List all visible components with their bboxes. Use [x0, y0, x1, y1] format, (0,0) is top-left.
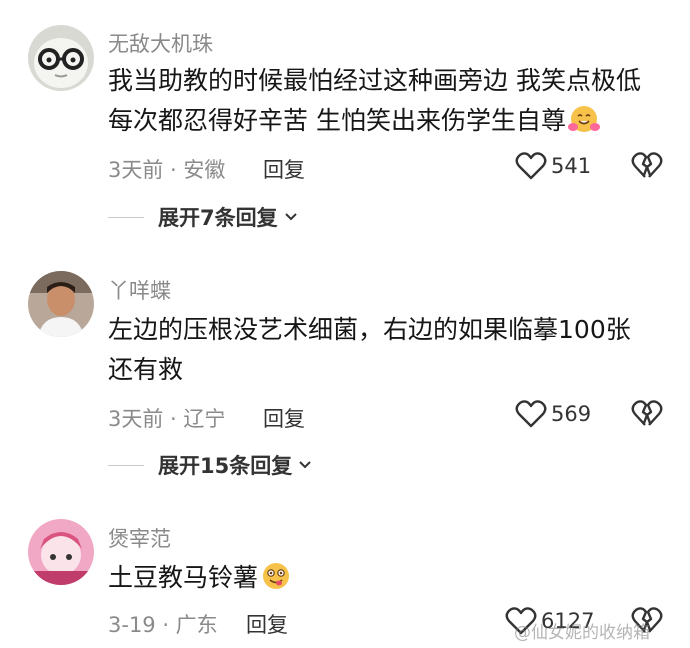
- avatar[interactable]: [28, 25, 94, 91]
- divider: [108, 216, 144, 218]
- reply-button[interactable]: 回复: [263, 154, 305, 184]
- like-count: 541: [551, 154, 592, 178]
- chevron-down-icon: [292, 460, 312, 470]
- chevron-down-icon: [278, 212, 298, 222]
- username[interactable]: 丫咩蝶: [108, 275, 171, 305]
- avatar[interactable]: [28, 519, 94, 585]
- comment-text-line-content: 土豆教马铃薯: [108, 563, 259, 592]
- avatar[interactable]: [28, 271, 94, 337]
- hugging-face-emoji: [567, 104, 600, 146]
- broken-heart-icon: [631, 151, 663, 181]
- heart-outline-icon: [515, 151, 547, 181]
- comment-text-line: 每次都忍得好辛苦 生怕笑出来伤学生自尊: [108, 101, 668, 146]
- comment-text: 左边的压根没艺术细菌，右边的如果临摹100张 还有救: [108, 310, 668, 390]
- comment-text-line: 还有救: [108, 355, 184, 384]
- username[interactable]: 煲宰范: [108, 523, 171, 553]
- like-count: 569: [551, 402, 592, 426]
- reply-button[interactable]: 回复: [246, 609, 288, 639]
- yum-face-emoji: [260, 561, 292, 603]
- comment-text-line: 我当助教的时候最怕经过这种画旁边 我笑点极低: [108, 66, 641, 95]
- divider: [108, 464, 144, 466]
- comment-list: 无敌大机珠 我当助教的时候最怕经过这种画旁边 我笑点极低 每次都忍得好辛苦 生怕…: [0, 0, 690, 648]
- comment-meta: 3天前 · 安徽: [108, 158, 226, 182]
- comment-text-line: 土豆教马铃薯: [108, 558, 668, 603]
- dislike-button[interactable]: [631, 151, 663, 181]
- expand-replies-button[interactable]: 展开7条回复: [108, 202, 298, 232]
- comment-text: 我当助教的时候最怕经过这种画旁边 我笑点极低 每次都忍得好辛苦 生怕笑出来伤学生…: [108, 61, 668, 146]
- dislike-button[interactable]: [631, 399, 663, 429]
- comment-meta: 3天前 · 辽宁: [108, 407, 226, 431]
- reply-button[interactable]: 回复: [263, 403, 305, 433]
- expand-replies-label: 展开15条回复: [158, 454, 293, 478]
- comment-text: 土豆教马铃薯: [108, 558, 668, 603]
- comment-text-line-content: 每次都忍得好辛苦 生怕笑出来伤学生自尊: [108, 106, 566, 135]
- comment-meta: 3-19 · 广东: [108, 613, 218, 637]
- watermark: @仙女妮的收纳箱: [514, 618, 650, 643]
- username[interactable]: 无敌大机珠: [108, 28, 213, 58]
- broken-heart-icon: [631, 399, 663, 429]
- comment-text-line: 左边的压根没艺术细菌，右边的如果临摹100张: [108, 315, 631, 344]
- heart-outline-icon: [515, 399, 547, 429]
- like-button[interactable]: 569: [515, 399, 591, 429]
- expand-replies-label: 展开7条回复: [158, 206, 278, 230]
- watermark-text: @仙女妮的收纳箱: [514, 623, 650, 643]
- like-button[interactable]: 541: [515, 151, 591, 181]
- expand-replies-button[interactable]: 展开15条回复: [108, 450, 312, 480]
